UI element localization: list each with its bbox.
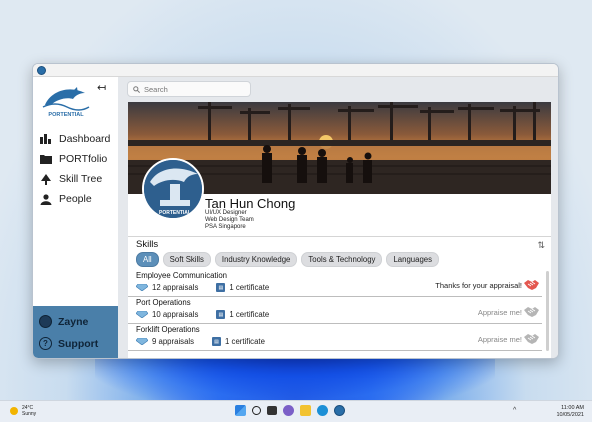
appraisal-count: 12 appraisals — [152, 283, 199, 292]
portential-logo: PORTENTIAL — [42, 87, 90, 118]
appraisal-count: 10 appraisals — [152, 310, 199, 319]
search-input[interactable]: Search — [127, 81, 251, 97]
app-window: PORTENTIAL ↤ Dashboard PORTfolio Skill T… — [32, 63, 559, 359]
collapse-sidebar-button[interactable]: ↤ — [97, 81, 106, 94]
tab-soft-skills[interactable]: Soft Skills — [162, 252, 211, 267]
skill-title: Port Operations — [136, 298, 191, 307]
bar-chart-icon — [39, 133, 53, 145]
sidebar-item-skill-tree[interactable]: Skill Tree — [39, 173, 102, 185]
sun-icon — [10, 407, 18, 415]
user-name: Zayne — [58, 315, 89, 328]
profile-team: Web Design Team — [205, 217, 254, 223]
profile-role: UI/UX Designer — [205, 210, 247, 216]
edge-icon[interactable] — [317, 405, 328, 416]
date: 10/05/2021 — [556, 412, 584, 418]
handshake-icon[interactable] — [523, 305, 540, 318]
user-profile-button[interactable]: Zayne — [39, 315, 88, 328]
avatar — [39, 315, 52, 328]
gem-icon — [136, 311, 148, 318]
people-icon — [39, 193, 53, 205]
time: 11:00 AM — [561, 405, 584, 411]
handshake-icon[interactable] — [523, 278, 540, 291]
tree-icon — [39, 173, 53, 185]
start-icon[interactable] — [235, 405, 246, 416]
sidebar-item-label: People — [59, 193, 92, 205]
certificate-icon: ▤ — [216, 283, 226, 292]
skills-heading: Skills — [136, 239, 159, 250]
sidebar-item-dashboard[interactable]: Dashboard — [39, 133, 110, 145]
profile-name: Tan Hun Chong — [205, 196, 296, 211]
gem-icon — [136, 338, 148, 345]
profile-avatar: PORTENTIAL — [142, 158, 204, 220]
sidebar-item-people[interactable]: People — [39, 193, 92, 205]
appraisal-status: Thanks for your appraisal! — [435, 281, 522, 290]
file-explorer-icon[interactable] — [300, 405, 311, 416]
tab-industry-knowledge[interactable]: Industry Knowledge — [214, 252, 298, 267]
tab-tools-technology[interactable]: Tools & Technology — [301, 252, 383, 267]
tab-all[interactable]: All — [136, 252, 159, 267]
skills-scrollbar[interactable] — [546, 271, 549, 351]
app-icon — [37, 66, 46, 75]
help-icon: ? — [39, 337, 52, 350]
folder-icon — [39, 153, 53, 165]
divider — [128, 236, 551, 237]
logo-text: PORTENTIAL — [48, 112, 84, 118]
sidebar: PORTENTIAL ↤ Dashboard PORTfolio Skill T… — [33, 77, 118, 358]
taskbar: 24°C Sunny ^ 11:00 AM 10/05/2021 — [0, 400, 592, 422]
appraise-me-label: Appraise me! — [477, 335, 522, 344]
certificate-count: 1 certificate — [229, 283, 270, 292]
skill-title: Forklift Operations — [136, 325, 200, 334]
sidebar-item-label: PORTfolio — [59, 153, 108, 165]
appraisal-count: 9 appraisals — [152, 337, 195, 346]
skill-title: Employee Communication — [136, 271, 228, 280]
title-bar — [33, 64, 558, 77]
skill-row[interactable]: Forklift Operations 9 appraisals ▤ 1 cer… — [128, 324, 542, 351]
avatar-logo-text: PORTENTIAL — [159, 210, 191, 216]
sidebar-item-label: Skill Tree — [59, 173, 103, 185]
weather-widget[interactable]: 24°C Sunny — [10, 405, 36, 417]
search-placeholder: Search — [144, 84, 168, 94]
certificate-icon: ▤ — [212, 337, 222, 346]
portential-app-icon[interactable] — [334, 405, 345, 416]
certificate-count: 1 certificate — [229, 310, 270, 319]
main-content: Search PORTENTIAL Tan Hun Chong UI/UX De… — [118, 77, 558, 358]
search-icon — [133, 85, 140, 93]
taskbar-apps — [235, 405, 345, 416]
weather-condition: Sunny — [22, 411, 37, 417]
certificate-count: 1 certificate — [225, 337, 265, 346]
clock[interactable]: 11:00 AM 10/05/2021 — [556, 405, 584, 419]
support-label: Support — [58, 337, 99, 350]
certificate-icon: ▤ — [216, 310, 226, 319]
sidebar-item-label: Dashboard — [59, 133, 111, 145]
skill-row[interactable]: Port Operations 10 appraisals ▤ 1 certif… — [128, 297, 542, 324]
sidebar-item-portfolio[interactable]: PORTfolio — [39, 153, 107, 165]
tab-languages[interactable]: Languages — [386, 252, 440, 267]
gem-icon — [136, 284, 148, 291]
support-button[interactable]: ? Support — [39, 337, 98, 350]
handshake-icon[interactable] — [523, 332, 540, 345]
skill-row[interactable]: Employee Communication 12 appraisals ▤ 1… — [128, 270, 542, 297]
appraise-me-label: Appraise me! — [477, 308, 522, 317]
skill-filter-tabs: All Soft Skills Industry Knowledge Tools… — [136, 252, 440, 267]
sidebar-footer: Zayne ? Support — [33, 306, 118, 358]
sort-icon[interactable]: ⇅ — [537, 240, 545, 251]
profile-org: PSA Singapore — [205, 224, 246, 230]
profile-card: PORTENTIAL Tan Hun Chong UI/UX Designer … — [128, 102, 551, 358]
chevron-up-icon[interactable]: ^ — [513, 407, 516, 414]
search-icon[interactable] — [252, 406, 261, 415]
task-view-icon[interactable] — [267, 406, 277, 415]
chat-icon[interactable] — [283, 405, 294, 416]
